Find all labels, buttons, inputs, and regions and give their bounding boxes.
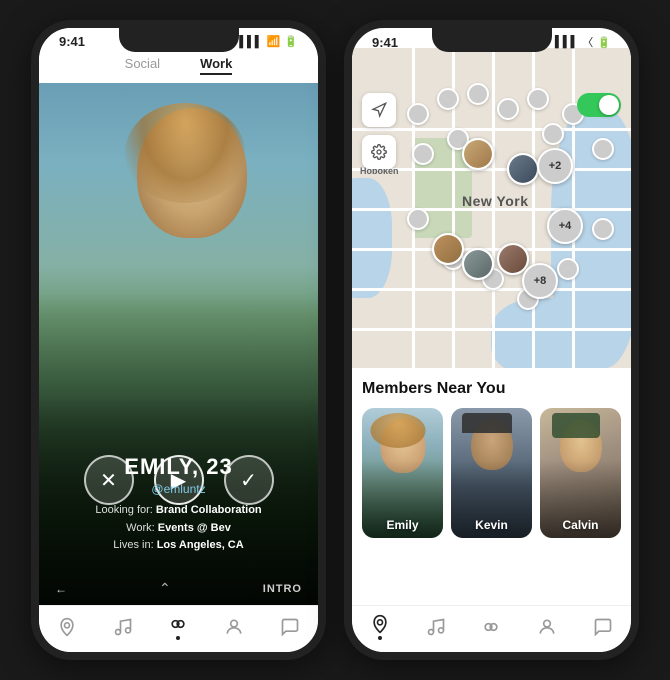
back-arrow[interactable]: ← [55, 582, 67, 596]
member-card-calvin[interactable]: Calvin [540, 408, 621, 538]
map-pin-group-1[interactable]: +2 [537, 148, 573, 184]
city-label: New York [462, 193, 529, 209]
member-name-calvin: Calvin [540, 518, 621, 532]
left-phone: 9:41 ▌▌▌ 📶 🔋 Social Work [31, 20, 326, 660]
nav-active-dot [176, 636, 180, 640]
status-icons-left: ▌▌▌ 📶 🔋 [239, 35, 298, 48]
nav-music-left[interactable] [113, 617, 133, 637]
member-card-emily[interactable]: Emily [362, 408, 443, 538]
members-section: Members Near You Emily Kevin [352, 368, 631, 605]
map-area: New York Hoboken [352, 48, 631, 368]
map-dot-4 [497, 98, 519, 120]
wifi-icon: 📶 [267, 35, 281, 48]
member-card-kevin[interactable]: Kevin [451, 408, 532, 538]
right-phone: 9:41 ▌▌▌ 〈 🔋 [344, 20, 639, 660]
bottom-nav-left [39, 605, 318, 652]
map-pin-user2[interactable] [462, 248, 494, 280]
nav-chat-left[interactable] [280, 617, 300, 637]
intro-label[interactable]: INTRO [263, 583, 302, 595]
status-icons-right: ▌▌▌ 〈 🔋 [555, 34, 611, 50]
members-title: Members Near You [362, 380, 621, 398]
map-dot-17 [592, 218, 614, 240]
profile-work: Work: Events @ Bev [49, 520, 308, 538]
map-dot-3 [467, 83, 489, 105]
road-v5 [572, 48, 575, 368]
tab-social[interactable]: Social [125, 56, 160, 75]
member-name-emily: Emily [362, 518, 443, 532]
map-pin-group-2[interactable]: +4 [547, 208, 583, 244]
status-time-left: 9:41 [59, 34, 85, 49]
notch [119, 28, 239, 52]
map-dot-12 [407, 208, 429, 230]
nav-music-right[interactable] [426, 617, 446, 637]
water-south [491, 298, 611, 368]
status-time-right: 9:41 [372, 35, 398, 50]
notch-right [432, 28, 552, 52]
profile-info: EMILY, 23 @emluntz Looking for: Brand Co… [39, 454, 318, 555]
location-button[interactable] [362, 93, 396, 127]
map-dot-5 [527, 88, 549, 110]
map-dot-16 [557, 258, 579, 280]
nav-chat-right[interactable] [593, 617, 613, 637]
map-dot-8 [412, 143, 434, 165]
battery-icon: 🔋 [284, 35, 298, 48]
map-background: New York Hoboken [352, 48, 631, 368]
toggle-switch[interactable] [577, 93, 621, 117]
photo-area: ✕ ▶ ✓ EMILY, 23 @emluntz Looking for: Br… [39, 83, 318, 605]
water-west [352, 178, 392, 298]
nav-location-right[interactable] [370, 614, 390, 640]
photo-bottom-bar: ← ⌃ INTRO [39, 572, 318, 605]
members-grid: Emily Kevin Calvin [362, 408, 621, 538]
member-name-kevin: Kevin [451, 518, 532, 532]
chevron-up-icon[interactable]: ⌃ [159, 580, 171, 597]
tab-work[interactable]: Work [200, 56, 232, 75]
map-pin-kevin[interactable] [507, 153, 539, 185]
toggle-knob [599, 95, 619, 115]
profile-looking-for: Looking for: Brand Collaboration [49, 502, 308, 520]
nav-location-left[interactable] [57, 617, 77, 637]
profile-name: EMILY, 23 [49, 454, 308, 480]
map-controls [362, 93, 396, 169]
wifi-icon-right: 〈 [582, 34, 593, 50]
map-pin-emily[interactable] [462, 138, 494, 170]
map-dot-10 [542, 123, 564, 145]
map-pin-group-3[interactable]: +8 [522, 263, 558, 299]
bottom-nav-right [352, 605, 631, 652]
nav-connect-left[interactable] [168, 614, 188, 640]
signal-icon: ▌▌▌ [239, 36, 262, 48]
nav-connect-right[interactable] [481, 617, 501, 637]
map-pin-user1[interactable] [432, 233, 464, 265]
map-dot-2 [437, 88, 459, 110]
profile-lives: Lives in: Los Angeles, CA [49, 537, 308, 555]
signal-icon-right: ▌▌▌ [555, 36, 578, 48]
nav-profile-right[interactable] [537, 617, 557, 637]
settings-button[interactable] [362, 135, 396, 169]
nav-profile-left[interactable] [224, 617, 244, 637]
profile-handle: @emluntz [49, 482, 308, 496]
battery-icon-right: 🔋 [597, 36, 611, 49]
map-dot-1 [407, 103, 429, 125]
map-dot-11 [592, 138, 614, 160]
map-toggle[interactable] [577, 93, 621, 117]
nav-active-dot-right [378, 636, 382, 640]
